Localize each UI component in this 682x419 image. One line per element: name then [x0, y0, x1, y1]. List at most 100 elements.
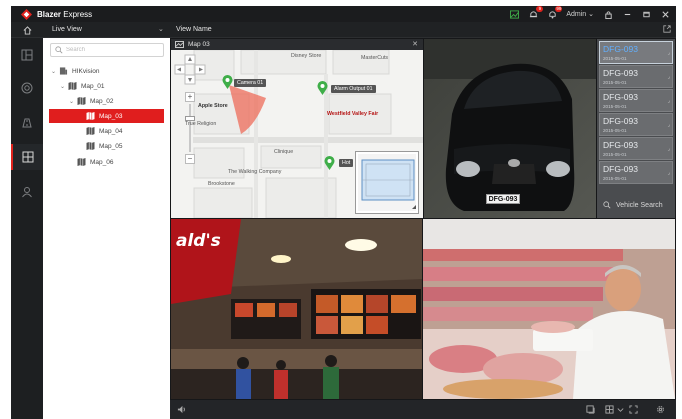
tree-item-map-06[interactable]: Map_06: [43, 155, 170, 169]
lock-icon[interactable]: [603, 9, 613, 19]
tree-item-map-02[interactable]: ⌄ Map_02: [43, 94, 170, 108]
tree-item-label: HIKvision: [72, 67, 100, 75]
tree-item-map-04[interactable]: Map_04: [43, 124, 170, 138]
popout-icon[interactable]: [663, 25, 671, 35]
hot-spot-pin-icon[interactable]: [324, 156, 335, 170]
plate-number: DFG-093: [603, 116, 638, 126]
settings-icon[interactable]: [656, 405, 665, 414]
expand-icon[interactable]: ⌟: [668, 146, 670, 152]
tree-item-label: Map_01: [81, 82, 105, 90]
plate-date: 2015-05-01: [603, 80, 627, 85]
alarm-output-pin-icon[interactable]: [317, 81, 328, 95]
building-icon: [58, 67, 68, 76]
plate-number: DFG-093: [603, 44, 638, 54]
search-icon: [55, 46, 63, 54]
window-division-icon[interactable]: [605, 405, 614, 414]
fullscreen-icon[interactable]: [629, 405, 638, 414]
alarm-output-tag: Alarm Output 01: [331, 85, 376, 93]
map-window[interactable]: Map 03 ✕ + − Disney Store MasterCuts App…: [171, 39, 423, 218]
search-input[interactable]: [66, 45, 161, 55]
home-button[interactable]: [11, 22, 43, 38]
chevron-down-icon[interactable]: ⌄: [67, 98, 76, 105]
admin-menu[interactable]: Admin ⌄: [566, 10, 594, 18]
rail-live-view[interactable]: [11, 144, 43, 170]
tree-item-hikvision[interactable]: ⌄ HIKvision: [43, 64, 170, 78]
resource-tree-panel: ⌄ HIKvision ⌄ Map_01 ⌄ Map_02 Map_03 Map…: [43, 38, 170, 419]
pan-control[interactable]: [173, 54, 207, 86]
expand-icon[interactable]: ⌟: [668, 170, 670, 176]
tree-item-label: Map_06: [90, 158, 114, 166]
chevron-down-icon[interactable]: [616, 405, 625, 414]
map-icon: [67, 82, 77, 91]
live-view-collapse-icon[interactable]: ⌄: [158, 25, 164, 33]
plate-number: DFG-093: [603, 140, 638, 150]
tree-item-label: Map_04: [99, 127, 123, 135]
camera-pin-icon[interactable]: [222, 75, 233, 89]
plate-number: DFG-093: [603, 164, 638, 174]
rail-road[interactable]: [11, 110, 43, 136]
plate-date: 2015-05-01: [603, 128, 627, 133]
map-label-brookstone: Brookstone: [208, 181, 235, 187]
app-window: Blazer Express 9 99 Admin ⌄ Live View ⌄ …: [11, 6, 676, 419]
plate-item[interactable]: DFG-093 2015-05-01 ⌟: [599, 137, 673, 160]
plate-item[interactable]: DFG-093 2015-05-01 ⌟: [599, 89, 673, 112]
zoom-control: + −: [185, 92, 195, 164]
plate-item[interactable]: DFG-093 2015-05-01 ⌟: [599, 113, 673, 136]
screenshot-icon[interactable]: [586, 405, 595, 414]
zoom-track: [189, 104, 191, 152]
map-label-walking-company: The Walking Company: [228, 169, 282, 175]
map-label-westfield: Westfield Valley Fair: [327, 111, 379, 117]
map-overview[interactable]: [355, 151, 419, 214]
plate-item[interactable]: DFG-093 2015-05-01 ⌟: [599, 41, 673, 64]
maximize-icon[interactable]: [641, 9, 651, 19]
tree-item-label: Map_05: [99, 142, 123, 150]
vehicle-search-button[interactable]: Vehicle Search: [603, 201, 663, 209]
close-icon[interactable]: ✕: [412, 40, 418, 48]
live-view-grid: Map 03 ✕ + − Disney Store MasterCuts App…: [170, 38, 676, 419]
road-icon: [22, 118, 32, 128]
tree-item-map-01[interactable]: ⌄ Map_01: [43, 79, 170, 93]
plate-number: DFG-093: [603, 92, 638, 102]
map-canvas[interactable]: + − Disney Store MasterCuts Apple Store …: [171, 50, 423, 218]
plate-date: 2015-05-01: [603, 152, 627, 157]
rail-user[interactable]: [11, 179, 43, 205]
expand-icon[interactable]: ⌟: [668, 74, 670, 80]
alarm-bell-icon[interactable]: 9: [528, 6, 544, 19]
audio-icon[interactable]: [177, 405, 186, 414]
rail-dashboard[interactable]: [11, 42, 43, 68]
map-icon: [76, 97, 86, 106]
tree-item-label: Map_02: [90, 97, 114, 105]
expand-icon[interactable]: ⌟: [668, 98, 670, 104]
zoom-in-button[interactable]: +: [185, 92, 195, 102]
notification-icon[interactable]: 99: [547, 6, 563, 19]
tree-item-map-05[interactable]: Map_05: [43, 139, 170, 153]
rail-camera[interactable]: [11, 75, 43, 101]
image-icon[interactable]: [509, 9, 519, 19]
tree-item-map-03[interactable]: Map_03: [49, 109, 164, 123]
zoom-out-button[interactable]: −: [185, 154, 195, 164]
vehicle-camera-video[interactable]: DFG-093: [424, 39, 596, 218]
vehicle-scene: [424, 39, 596, 218]
tree-item-label: Map_03: [99, 112, 123, 120]
home-icon: [23, 25, 31, 35]
map-icon: [85, 112, 95, 121]
restaurant-camera-video[interactable]: ald's: [171, 219, 422, 399]
camera-icon: [21, 82, 33, 94]
chevron-down-icon[interactable]: ⌄: [49, 68, 58, 75]
view-name-title: View Name: [176, 26, 212, 33]
plate-recognition-list: DFG-093 2015-05-01 ⌟ DFG-093 2015-05-01 …: [597, 39, 675, 218]
plate-item[interactable]: DFG-093 2015-05-01 ⌟: [599, 161, 673, 184]
search-icon: [603, 201, 611, 209]
expand-icon[interactable]: ⌟: [668, 50, 670, 56]
live-view-title: Live View: [52, 26, 82, 33]
close-icon[interactable]: [660, 9, 670, 19]
expand-icon[interactable]: ⌟: [668, 122, 670, 128]
map-window-header: Map 03 ✕: [171, 39, 423, 50]
chevron-down-icon[interactable]: ⌄: [58, 83, 67, 90]
map-label-disney: Disney Store: [291, 53, 322, 59]
minimize-icon[interactable]: [622, 9, 632, 19]
title-bar: Blazer Express 9 99 Admin ⌄: [11, 6, 676, 22]
alarm-badge: 9: [536, 6, 544, 12]
plate-item[interactable]: DFG-093 2015-05-01 ⌟: [599, 65, 673, 88]
meat-counter-camera-video[interactable]: [423, 219, 675, 399]
